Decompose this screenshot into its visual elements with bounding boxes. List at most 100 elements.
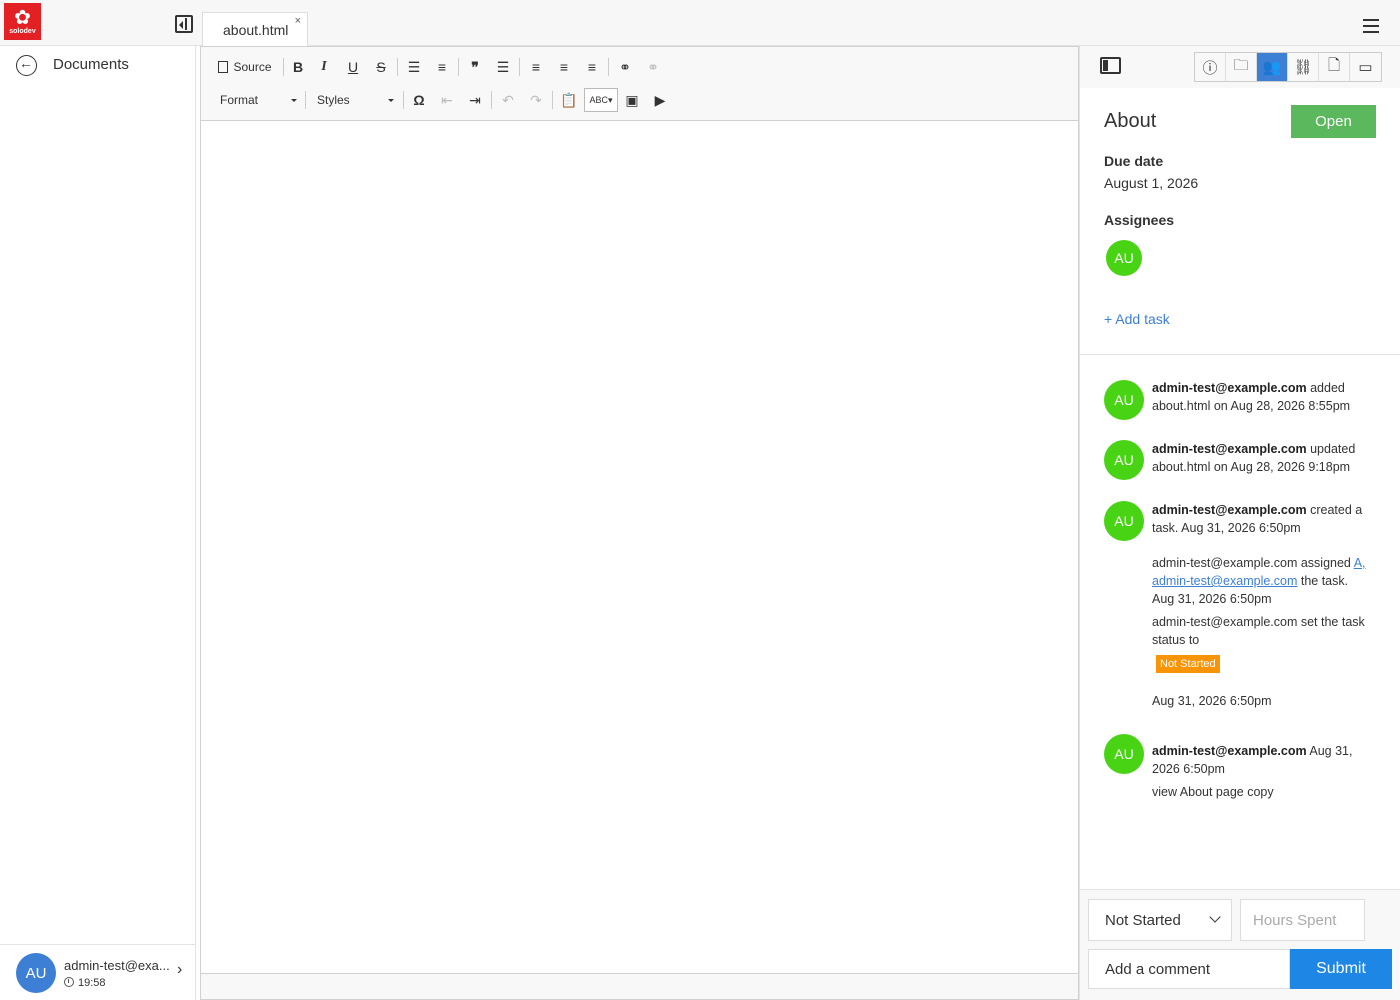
activity-item: admin-test@example.com added about.html … [1152,379,1382,415]
tab-close-icon[interactable]: × [295,15,301,27]
styles-dropdown[interactable]: Styles [317,89,394,111]
align-left-icon[interactable]: ≡ [526,56,546,78]
paste-icon[interactable]: 📋 [559,89,579,111]
source-label: Source [233,60,272,74]
due-date-value: August 1, 2026 [1104,175,1199,191]
source-doc-icon [218,61,229,73]
tab-about-html[interactable]: about.html × [202,12,308,46]
panel-title: About [1104,110,1157,132]
assignee-link[interactable]: A, [1354,556,1366,570]
source-button[interactable]: Source [215,56,275,78]
bulleted-list-icon[interactable]: ☰ [404,56,424,78]
blockquote-icon[interactable]: ❞ [465,56,485,78]
assign-time: Aug 31, 2026 6:50pm [1152,592,1272,606]
chevron-down-icon [1209,911,1221,923]
activity-user: admin-test@example.com [1152,381,1307,395]
logo-text: solodev [9,27,36,35]
underline-button[interactable]: U [343,56,363,78]
activity-avatar: AU [1104,734,1144,774]
user-time-value: 19:58 [78,977,106,989]
horizontal-rule-icon[interactable]: ☰ [493,56,513,78]
panel-toggle-icon[interactable] [1100,57,1121,74]
status-badge: Not Started [1156,655,1220,673]
status-event: admin-test@example.com set the task stat… [1152,613,1382,649]
rich-text-editor: Source B I U S ☰ ≡ ❞ ☰ ≡ ≡ ≡ ⚭ ⚭ Format … [200,46,1079,1000]
solodev-logo[interactable]: ✿ solodev [4,3,41,40]
activity-user: admin-test@example.com [1152,503,1307,517]
calendar-icon[interactable]: ▭ [1350,53,1381,81]
link-icon[interactable]: ⚭ [615,56,635,78]
undo-icon[interactable]: ↶ [498,89,518,111]
assign-suffix: the task. [1297,574,1349,588]
numbered-list-icon[interactable]: ≡ [432,56,452,78]
format-label: Format [220,93,259,107]
styles-label: Styles [317,93,350,107]
folder-icon[interactable]: 🗀 [1226,53,1257,81]
status-event-time: Aug 31, 2026 6:50pm [1152,694,1272,708]
comment-event: admin-test@example.com Aug 31, 2026 6:50… [1152,742,1382,778]
caret-down-icon [388,99,394,102]
panel-tab-icons: ⓘ 🗀 👥 ⛓ 🗋 ▭ [1194,52,1382,82]
comment-input[interactable] [1088,949,1290,989]
assign-prefix: admin-test@example.com assigned [1152,556,1354,570]
divider [1080,354,1400,355]
align-right-icon[interactable]: ≡ [582,56,602,78]
assignee-email-link[interactable]: admin-test@example.com [1152,574,1297,588]
unlink-icon[interactable]: ⚭ [643,56,663,78]
task-footer: Not Started Submit [1080,889,1400,1000]
flower-icon: ✿ [14,6,31,29]
youtube-icon[interactable]: ▶ [650,89,670,111]
status-select[interactable]: Not Started [1088,899,1232,941]
submit-button[interactable]: Submit [1290,949,1392,989]
due-date-label: Due date [1104,153,1164,169]
redo-icon[interactable]: ↷ [526,89,546,111]
status-event-text: admin-test@example.com set the task stat… [1152,615,1365,647]
editor-toolbar: Source B I U S ☰ ≡ ❞ ☰ ≡ ≡ ≡ ⚭ ⚭ Format … [201,47,1078,121]
assignee-avatar[interactable]: AU [1106,240,1142,276]
activity-avatar: AU [1104,501,1144,541]
outdent-icon[interactable]: ⇤ [437,89,457,111]
italic-button[interactable]: I [314,56,334,78]
bold-button[interactable]: B [288,56,308,78]
hours-spent-input[interactable] [1240,899,1365,941]
strikethrough-button[interactable]: S [371,56,391,78]
indent-icon[interactable]: ⇥ [465,89,485,111]
info-icon[interactable]: ⓘ [1195,53,1226,81]
clock-icon [64,977,74,987]
chevron-right-icon[interactable]: › [177,961,182,979]
image-icon[interactable]: ▣ [622,89,642,111]
add-task-link[interactable]: + Add task [1104,311,1170,327]
hamburger-menu-icon[interactable] [1363,19,1379,37]
details-panel: ⓘ 🗀 👥 ⛓ 🗋 ▭ About Open Due date August 1… [1079,46,1400,1000]
activity-item: admin-test@example.com created a task. A… [1152,501,1382,537]
panel-toolbar: ⓘ 🗀 👥 ⛓ 🗋 ▭ [1080,46,1400,88]
activity-item: admin-test@example.com updated about.htm… [1152,440,1382,476]
comment-body: view About page copy [1152,785,1274,799]
comment-user: admin-test@example.com [1152,744,1307,758]
assign-event: admin-test@example.com assigned A, admin-… [1152,554,1382,608]
documents-link[interactable]: Documents [53,56,129,73]
editor-status-bar [201,973,1078,999]
avatar: AU [16,953,56,993]
format-dropdown[interactable]: Format [220,89,297,111]
align-center-icon[interactable]: ≡ [554,56,574,78]
file-icon[interactable]: 🗋 [1319,53,1350,81]
sitemap-icon[interactable]: ⛓ [1288,53,1319,81]
collapse-sidebar-icon[interactable] [175,15,193,33]
caret-down-icon [291,99,297,102]
editor-content-area[interactable] [201,122,1078,973]
assignees-label: Assignees [1104,212,1175,228]
activity-user: admin-test@example.com [1152,442,1307,456]
users-icon[interactable]: 👥 [1257,53,1288,81]
spellcheck-icon[interactable]: ABC▾ [584,88,618,112]
back-arrow-icon[interactable] [16,55,37,76]
sidebar: Documents AU admin-test@exa... 19:58 › [0,46,196,1000]
user-email: admin-test@exa... [64,958,170,973]
activity-avatar: AU [1104,380,1144,420]
tab-label: about.html [223,22,289,38]
top-bar: ✿ solodev about.html × [0,0,1400,46]
special-character-button[interactable]: Ω [409,89,429,111]
user-profile[interactable]: AU admin-test@exa... 19:58 › [0,944,196,1000]
status-select-value: Not Started [1105,912,1181,929]
open-button[interactable]: Open [1291,105,1376,138]
